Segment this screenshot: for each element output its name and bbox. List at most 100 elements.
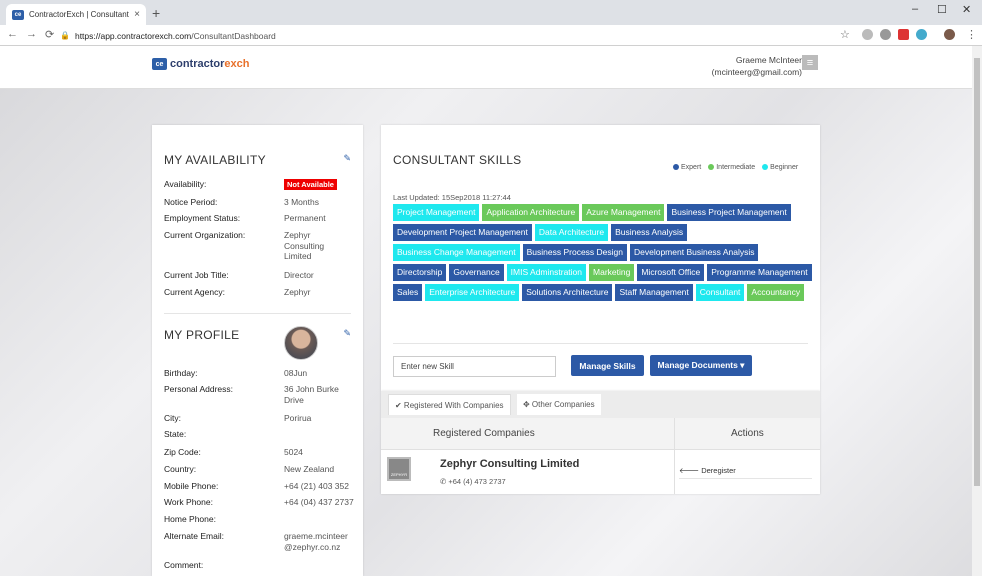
row-label: Availability: [164,179,207,189]
skills-title: CONSULTANT SKILLS [393,153,522,167]
skill-chip[interactable]: Consultant [695,284,745,301]
row-label: Current Organization: [164,230,246,240]
row-label: Mobile Phone: [164,481,219,491]
skill-chip[interactable]: Azure Management [582,204,665,221]
availability-title: MY AVAILABILITY [164,153,266,167]
row-label: Notice Period: [164,197,218,207]
skill-chip[interactable]: Enterprise Architecture [425,284,520,301]
brand-accent: exch [224,58,250,70]
url-field[interactable]: 🔒 https://app.contractorexch.com/Consult… [60,28,860,43]
browser-menu-icon[interactable]: ⋮ [966,28,977,41]
row-value: graeme.mcinteer@zephyr.co.nz [284,531,348,552]
row-value: Zephyr [284,287,311,297]
lock-icon: 🔒 [60,31,70,40]
skill-chip[interactable]: Solutions Architecture [522,284,613,301]
skill-chip[interactable]: Development Business Analysis [630,244,759,261]
user-info: Graeme McInteer (mcinteerg@gmail.com) [712,54,802,78]
row-value: 08Jun [284,368,308,378]
skill-chip[interactable]: IMIS Adminstration [506,264,587,281]
status-badge: Not Available [284,179,337,190]
row-value: +64 (21) 403 352 [284,481,349,491]
scrollbar-thumb[interactable] [974,58,980,486]
skill-chip[interactable]: Marketing [589,264,635,281]
skill-chip[interactable]: Directorship [393,264,447,281]
logo-mark: ce [152,58,167,70]
skill-chip[interactable]: Application Architecture [482,204,580,221]
company-logo-text: ZEPHYR [390,472,408,477]
legend-intermediate: Intermediate [708,164,755,171]
extension-icon[interactable] [898,29,909,40]
url-path: /ConsultantDashboard [191,30,276,41]
tab-close-icon[interactable]: × [134,9,140,20]
col-actions: Actions [731,428,764,439]
skill-chip[interactable]: Business Project Management [667,204,791,221]
browser-tab[interactable]: ce ContractorExch | Consultant × [6,4,146,25]
row-value: New Zealand [284,464,335,474]
companies-panel: ✔ Registered With Companies ✥ Other Comp… [381,391,820,494]
company-phone: ✆ +64 (4) 473 2737 [440,477,506,486]
address-bar: ← → ⟳ 🔒 https://app.contractorexch.com/C… [0,25,982,46]
user-name: Graeme McInteer [735,55,802,65]
skill-chip[interactable]: Accountancy [747,284,805,301]
skill-chip[interactable]: Governance [449,264,504,281]
extension-icon[interactable] [862,29,873,40]
profile-title: MY PROFILE [164,328,240,342]
back-icon[interactable]: ← [7,28,18,40]
skill-chip[interactable]: Staff Management [615,284,693,301]
row-value: +64 (04) 437 2737 [284,497,354,507]
legend-dot-icon [708,164,715,171]
legend-label: Expert [681,164,702,171]
minimize-button[interactable]: – [912,3,918,15]
skill-chip[interactable]: Business Change Management [393,244,520,261]
legend-label: Beginner [770,164,799,171]
row-value: Porirua [284,413,312,423]
skill-chip[interactable]: Project Management [393,204,480,221]
maximize-button[interactable]: ☐ [937,3,947,16]
manage-documents-button[interactable]: Manage Documents ▾ [650,355,752,376]
forward-icon[interactable]: → [26,28,37,40]
legend-expert: Expert [673,164,701,171]
new-skill-input[interactable] [393,356,556,377]
edit-profile-icon[interactable]: ✎ [343,328,351,339]
row-value: Permanent [284,213,326,223]
extension-icon[interactable] [916,29,927,40]
legend-dot-icon [673,164,679,171]
close-window-button[interactable]: ✕ [962,3,971,16]
column-divider [674,418,675,494]
section-divider [164,313,351,314]
extension-icon[interactable] [880,29,891,40]
profile-avatar-icon[interactable] [944,29,955,40]
left-panel: MY AVAILABILITY ✎ Availability: Not Avai… [152,125,363,576]
skill-chip[interactable]: Business Process Design [522,244,627,261]
companies-tabs: ✔ Registered With Companies ✥ Other Comp… [381,391,820,418]
logo[interactable]: ce contractorexch [152,58,249,70]
edit-availability-icon[interactable]: ✎ [343,153,351,164]
skills-panel: CONSULTANT SKILLS Expert Intermediate Be… [381,125,820,391]
tab-title: ContractorExch | Consultant [29,10,129,19]
skill-chip[interactable]: Programme Management [707,264,812,281]
skill-chip[interactable]: Business Analysis [611,224,688,241]
manage-skills-button[interactable]: Manage Skills [571,355,644,376]
tab-registered-companies[interactable]: ✔ Registered With Companies [388,394,511,415]
deregister-button[interactable]: 🡐 Deregister [679,466,736,475]
brand-main: contractor [170,58,225,70]
skill-chip[interactable]: Development Project Management [393,224,532,241]
row-label: Personal Address: [164,384,233,394]
skill-chip[interactable]: Sales [393,284,423,301]
row-label: City: [164,413,181,423]
site-favicon-icon: ce [12,9,24,20]
new-tab-button[interactable]: + [152,5,160,21]
row-label: Employment Status: [164,213,241,223]
companies-table-header: Registered Companies Actions [381,418,820,450]
section-divider [393,343,808,344]
bookmark-star-icon[interactable]: ☆ [840,28,850,41]
row-value: 36 John Burke Drive [284,384,339,405]
tab-other-companies[interactable]: ✥ Other Companies [517,394,601,415]
skill-chip[interactable]: Microsoft Office [637,264,705,281]
skills-legend: Expert Intermediate Beginner [673,164,798,171]
company-name[interactable]: Zephyr Consulting Limited [440,458,579,470]
reload-icon[interactable]: ⟳ [45,28,54,41]
row-label: Work Phone: [164,497,213,507]
hamburger-menu-icon[interactable]: ≡ [802,55,818,70]
skill-chip[interactable]: Data Architecture [534,224,609,241]
